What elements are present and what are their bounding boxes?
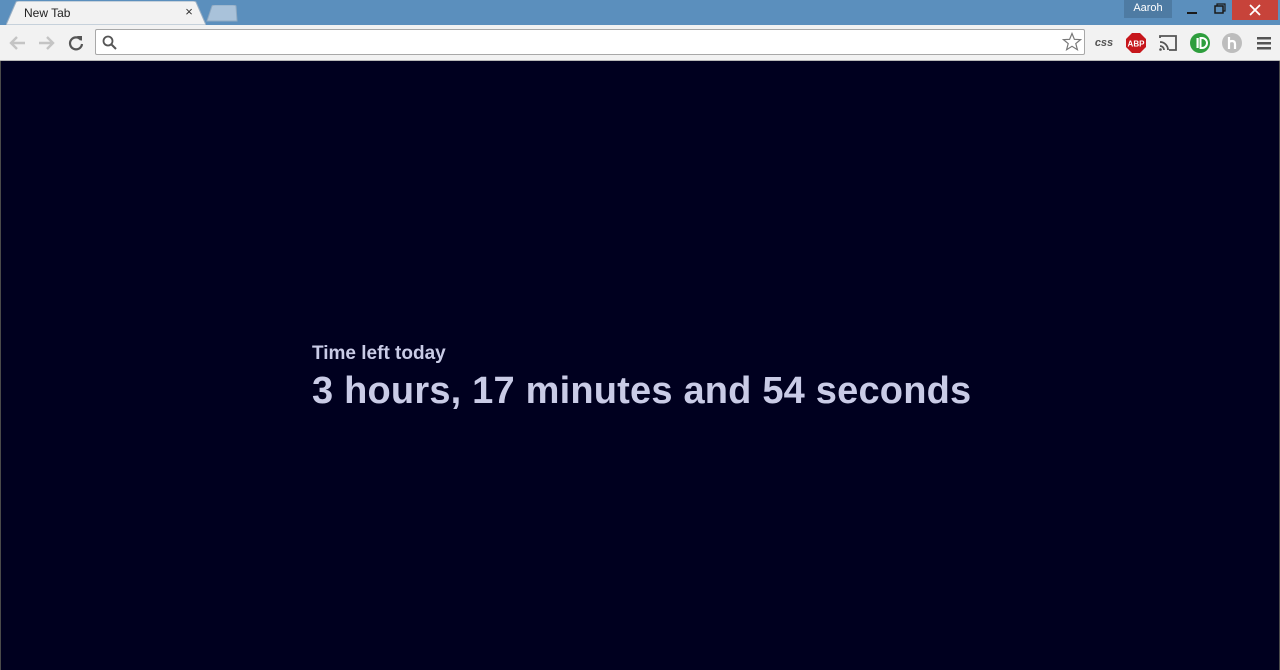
- restore-icon: [1214, 3, 1226, 14]
- minimize-button[interactable]: [1178, 0, 1205, 20]
- cast-icon: [1159, 35, 1177, 51]
- chrome-menu-button[interactable]: [1252, 31, 1276, 55]
- h-extension-button[interactable]: [1220, 31, 1244, 55]
- back-button[interactable]: [6, 31, 30, 55]
- minimize-icon: [1187, 12, 1197, 14]
- adblock-plus-button[interactable]: ABP: [1124, 31, 1148, 55]
- tab-close-icon[interactable]: ×: [182, 4, 196, 20]
- title-bar: New Tab × Aaroh: [0, 0, 1280, 26]
- green-circle-icon: [1190, 33, 1210, 53]
- forward-icon: [39, 36, 55, 50]
- countdown-text: 3 hours, 17 minutes and 54 seconds: [312, 370, 972, 412]
- close-icon: [1249, 4, 1261, 16]
- back-icon: [9, 36, 25, 50]
- tab-title: New Tab: [24, 6, 71, 20]
- cast-button[interactable]: [1156, 31, 1180, 55]
- reload-icon: [68, 36, 84, 51]
- restore-button[interactable]: [1205, 0, 1232, 20]
- page-content: Time left today 3 hours, 17 minutes and …: [0, 61, 1280, 670]
- time-left-label: Time left today: [312, 343, 446, 364]
- omnibox[interactable]: [95, 29, 1085, 55]
- bookmark-star-icon[interactable]: [1061, 31, 1083, 52]
- green-extension-button[interactable]: [1188, 31, 1212, 55]
- svg-text:ABP: ABP: [1128, 40, 1146, 49]
- new-tab-button[interactable]: [205, 4, 239, 22]
- menu-icon: [1257, 37, 1271, 50]
- profile-button[interactable]: Aaroh: [1124, 0, 1172, 18]
- forward-button[interactable]: [34, 31, 58, 55]
- address-input[interactable]: [124, 32, 1054, 52]
- css-extension-button[interactable]: css: [1092, 31, 1116, 55]
- search-icon: [102, 35, 118, 51]
- browser-toolbar: css ABP: [0, 25, 1280, 61]
- adblock-plus-icon: ABP: [1126, 33, 1146, 53]
- tab-new-tab[interactable]: New Tab ×: [6, 1, 206, 26]
- new-tab-icon: [206, 4, 238, 22]
- close-window-button[interactable]: [1232, 0, 1278, 20]
- reload-button[interactable]: [64, 31, 88, 55]
- h-circle-icon: [1222, 33, 1242, 53]
